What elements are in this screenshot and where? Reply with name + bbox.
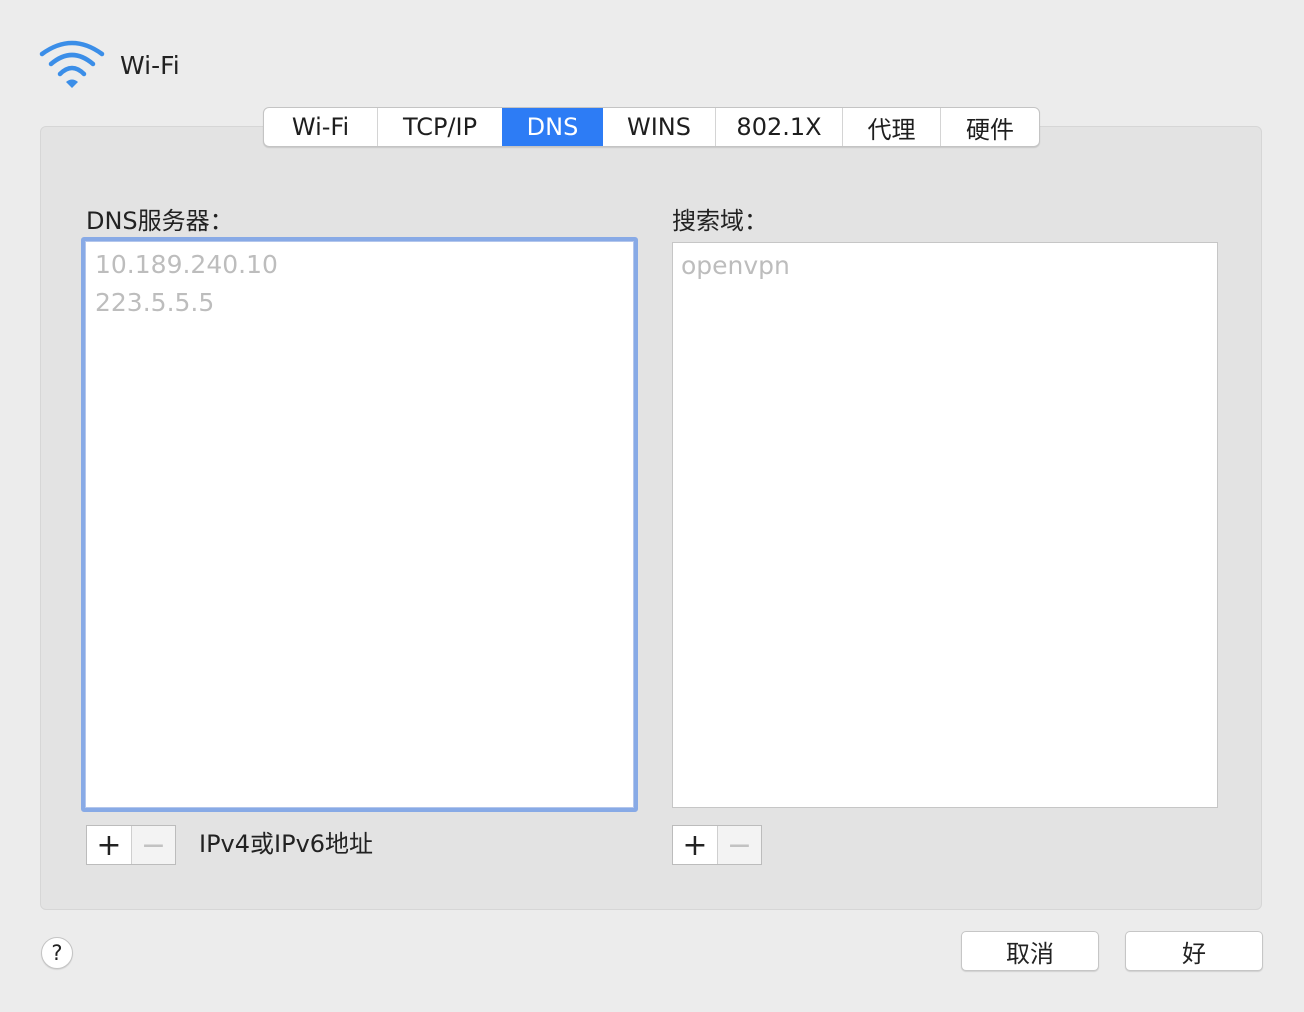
dns-servers-list-inner: 10.189.240.10 223.5.5.5: [85, 241, 634, 808]
cancel-button[interactable]: 取消: [961, 931, 1099, 971]
tab-wins[interactable]: WINS: [602, 108, 715, 146]
tab-tcpip[interactable]: TCP/IP: [377, 108, 502, 146]
tab-proxy[interactable]: 代理: [842, 108, 940, 146]
dns-remove-button[interactable]: −: [131, 826, 175, 864]
search-remove-button[interactable]: −: [717, 826, 761, 864]
tab-hardware[interactable]: 硬件: [940, 108, 1039, 146]
dns-hint-text: IPv4或IPv6地址: [199, 830, 374, 858]
window-title: Wi-Fi: [120, 50, 180, 80]
dns-servers-label: DNS服务器：: [86, 207, 234, 235]
tab-wifi[interactable]: Wi-Fi: [264, 108, 377, 146]
help-button[interactable]: ?: [41, 937, 73, 969]
search-add-remove-group: + −: [672, 825, 762, 865]
window-header: Wi-Fi: [38, 38, 180, 92]
list-item[interactable]: 10.189.240.10: [95, 250, 278, 279]
ok-button[interactable]: 好: [1125, 931, 1263, 971]
dns-servers-list[interactable]: 10.189.240.10 223.5.5.5: [81, 237, 638, 812]
tab-dns[interactable]: DNS: [502, 108, 602, 146]
search-domains-label: 搜索域：: [672, 207, 768, 235]
wifi-icon: [39, 40, 105, 88]
dns-add-button[interactable]: +: [87, 826, 131, 864]
list-item[interactable]: 223.5.5.5: [95, 288, 214, 317]
tab-bar: Wi-Fi TCP/IP DNS WINS 802.1X 代理 硬件: [263, 107, 1040, 147]
search-add-button[interactable]: +: [673, 826, 717, 864]
tab-8021x[interactable]: 802.1X: [715, 108, 842, 146]
search-domains-list[interactable]: openvpn: [672, 242, 1218, 808]
list-item[interactable]: openvpn: [681, 251, 790, 280]
dns-add-remove-group: + −: [86, 825, 176, 865]
